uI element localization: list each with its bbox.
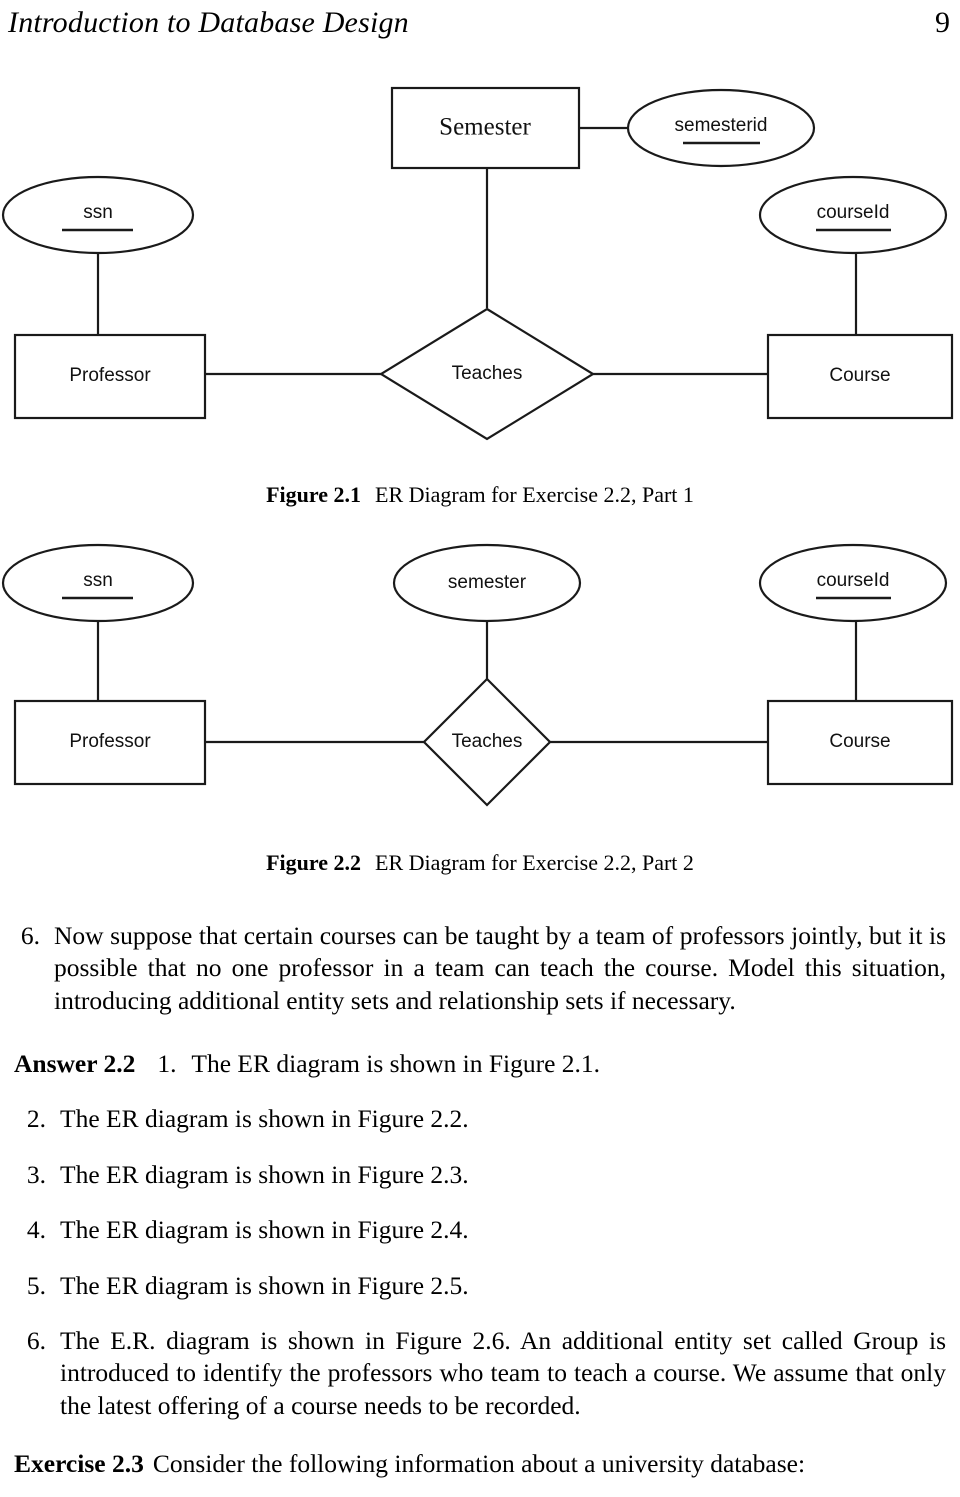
answer-item-marker: 5. <box>26 1270 46 1300</box>
question-item-6: 6. Now suppose that certain courses can … <box>14 920 946 1017</box>
answer-label: Answer 2.2 <box>14 1049 136 1078</box>
attribute-label-semester: semester <box>448 572 527 593</box>
answer-section: Answer 2.2 1. The ER diagram is shown in… <box>14 1048 946 1422</box>
relationship-label-teaches-2: Teaches <box>452 731 523 752</box>
exercise-text: Consider the following information about… <box>152 1449 806 1478</box>
er-diagram-figure-1: Semester semesterid ssn courseId Profess… <box>0 78 960 441</box>
figure-caption-label-1: Figure 2.1 <box>266 482 361 507</box>
answer-item-marker: 6. <box>26 1325 46 1355</box>
exercise-label: Exercise 2.3 <box>14 1449 144 1478</box>
question-marker: 6. <box>20 921 40 950</box>
question-text: Now suppose that certain courses can be … <box>54 921 946 1015</box>
figure-caption-text-2: ER Diagram for Exercise 2.2, Part 2 <box>375 850 694 875</box>
answer-item-text: The ER diagram is shown in Figure 2.4. <box>60 1215 469 1245</box>
answer-item-text: The E.R. diagram is shown in Figure 2.6.… <box>60 1325 946 1420</box>
entity-label-course: Course <box>829 365 890 386</box>
answer-item-text: The ER diagram is shown in Figure 2.3. <box>60 1159 469 1189</box>
attribute-label-semesterid: semesterid <box>675 115 768 136</box>
relationship-label-teaches: Teaches <box>452 363 523 384</box>
er-diagram-figure-2: ssn semester courseId Professor Teaches … <box>0 530 960 820</box>
entity-label-semester: Semester <box>439 114 531 141</box>
attribute-label-ssn: ssn <box>83 202 113 223</box>
attribute-label-courseid: courseId <box>817 202 890 223</box>
attribute-label-ssn-2: ssn <box>83 570 113 591</box>
answer-item-marker: 2. <box>26 1104 46 1134</box>
figure-caption-2: Figure 2.2 ER Diagram for Exercise 2.2, P… <box>0 850 960 876</box>
attribute-label-courseid-2: courseId <box>817 570 890 591</box>
answer-item-marker: 4. <box>26 1215 46 1245</box>
page-title: Introduction to Database Design <box>8 6 409 39</box>
exercise-section: Exercise 2.3 Consider the following infor… <box>14 1448 946 1480</box>
entity-label-professor-2: Professor <box>69 731 151 752</box>
entity-label-professor: Professor <box>69 365 151 386</box>
answer-item-text: The ER diagram is shown in Figure 2.5. <box>60 1270 469 1300</box>
answer-item-marker: 3. <box>26 1159 46 1189</box>
answer-item-marker: 1. <box>157 1049 177 1078</box>
answer-item-text: The ER diagram is shown in Figure 2.1. <box>191 1049 601 1078</box>
entity-label-course-2: Course <box>829 731 890 752</box>
answer-item-text: The ER diagram is shown in Figure 2.2. <box>60 1104 469 1134</box>
figure-caption-label-2: Figure 2.2 <box>266 850 361 875</box>
figure-caption-1: Figure 2.1 ER Diagram for Exercise 2.2, P… <box>0 482 960 508</box>
page-header: Introduction to Database Design 9 <box>8 6 950 46</box>
figure-caption-text-1: ER Diagram for Exercise 2.2, Part 1 <box>375 482 694 507</box>
page-number: 9 <box>935 6 950 39</box>
